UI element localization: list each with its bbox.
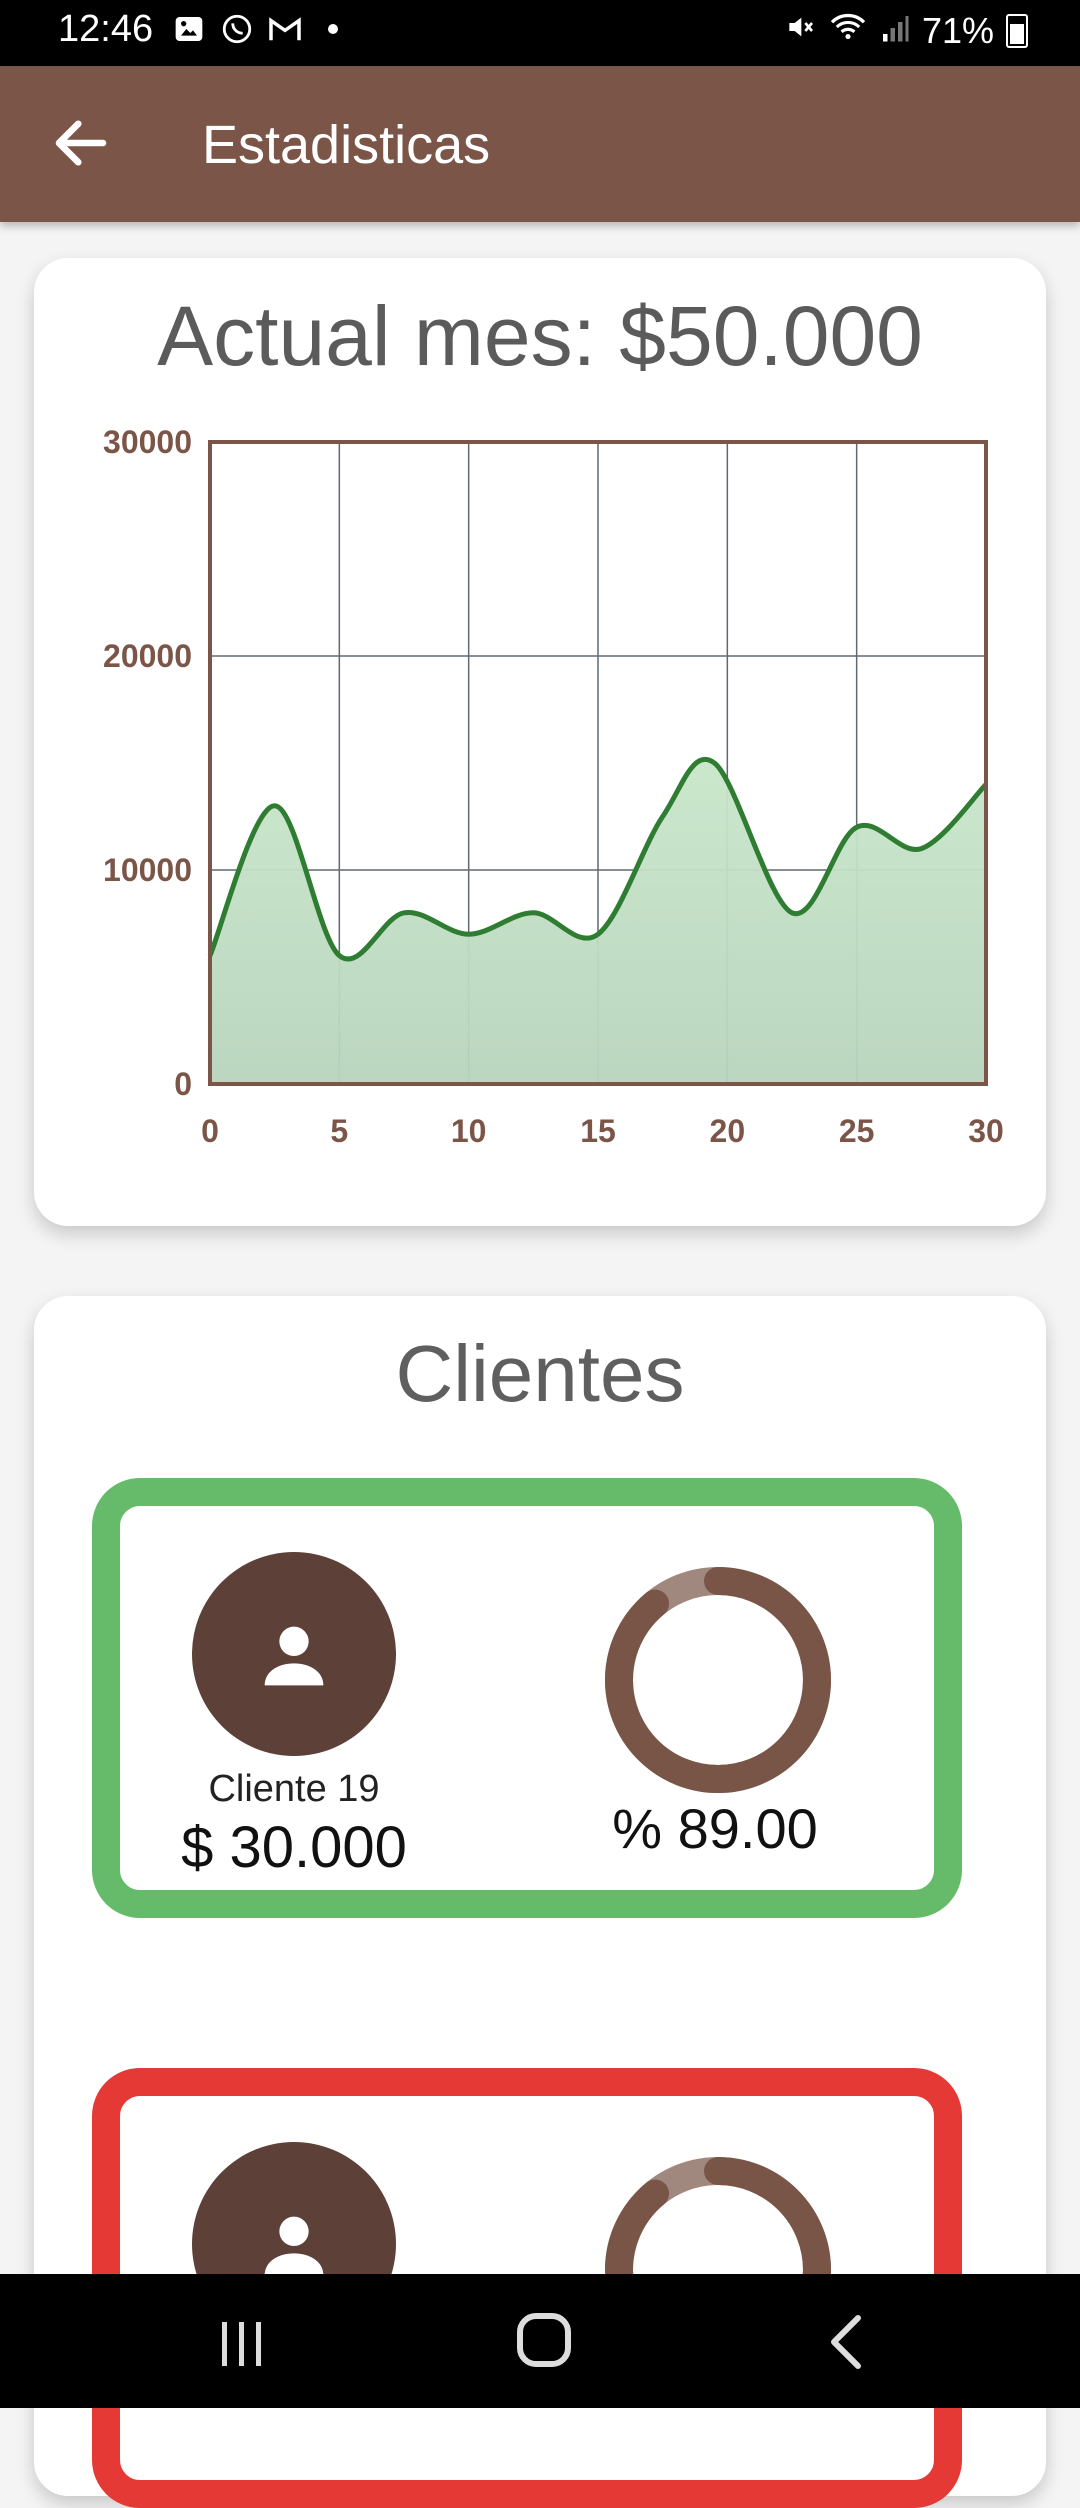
image-icon [172,12,206,46]
battery-icon [1006,14,1028,48]
app-bar: Estadisticas [0,66,1080,222]
progress-donut [605,1567,831,1793]
x-tick-label: 30 [968,1113,1004,1149]
x-tick-label: 25 [839,1113,875,1149]
client-name: Cliente 19 [208,1768,380,1810]
signal-icon [880,10,910,52]
whatsapp-icon [220,12,254,46]
y-tick-label: 20000 [103,638,192,674]
stats-card: Actual mes: $50.000 0 5 10 15 20 25 30 0 10000 20… [34,258,1046,1226]
earnings-chart: 0 5 10 15 20 25 30 0 10000 20000 30000 [103,424,1004,1149]
page-title: Estadisticas [202,115,491,175]
x-tick-label: 20 [710,1113,746,1149]
gmail-icon [268,12,302,46]
x-tick-label: 10 [451,1113,487,1149]
clients-title: Clientes [395,1329,685,1418]
client-amount: $ 30.000 [181,1815,407,1880]
home-button[interactable] [514,2310,574,2375]
y-tick-label: 0 [174,1066,192,1102]
recent-apps-button[interactable] [218,2320,268,2375]
person-icon [264,1626,324,1686]
system-back-button[interactable] [826,2314,866,2375]
x-tick-label: 5 [330,1113,348,1149]
avatar [192,1552,396,1756]
y-tick-label: 10000 [103,852,192,888]
status-bar: 12:46 71% [0,0,1080,66]
client-card[interactable]: Cliente 19 $ 30.000 % 89.00 [92,1478,962,1918]
wifi-icon [828,10,868,52]
battery-text: 71% [921,10,994,51]
status-left-icons [172,12,350,46]
dot-icon [316,12,350,46]
chart-title: Actual mes: $50.000 [157,289,923,383]
mute-icon [784,10,816,52]
x-tick-label: 15 [580,1113,616,1149]
status-right: 71% [784,10,1028,52]
back-arrow-icon[interactable] [48,110,114,176]
client-percent: % 89.00 [612,1797,818,1860]
y-tick-label: 30000 [103,424,192,460]
x-tick-label: 0 [201,1113,219,1149]
system-nav-bar [0,2274,1080,2408]
status-time: 12:46 [58,8,154,50]
